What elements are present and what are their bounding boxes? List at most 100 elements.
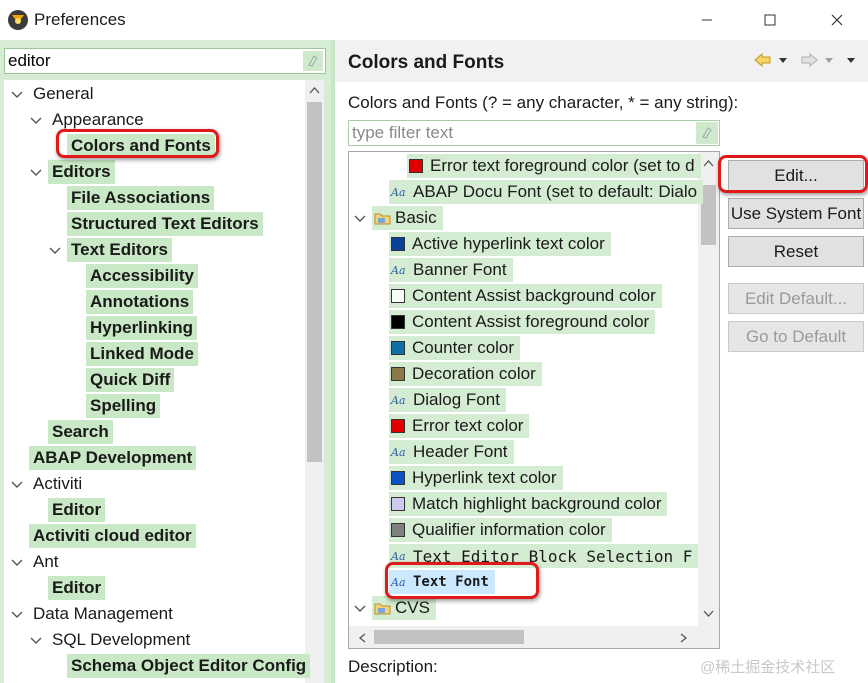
tree-item[interactable]: Quick Diff bbox=[67, 367, 175, 393]
tree-item[interactable]: Structured Text Editors bbox=[48, 211, 263, 237]
item-label: Counter color bbox=[412, 338, 515, 357]
use-system-font-button[interactable]: Use System Font bbox=[728, 198, 864, 229]
color-font-item[interactable]: Content Assist foreground color bbox=[389, 309, 656, 335]
color-font-item[interactable]: Error text foreground color (set to d bbox=[407, 153, 701, 179]
tree-item[interactable]: Colors and Fonts bbox=[48, 133, 215, 159]
scroll-down-icon[interactable] bbox=[702, 609, 715, 619]
back-menu-chevron-icon[interactable] bbox=[777, 52, 789, 68]
item-label: Active hyperlink text color bbox=[412, 234, 605, 253]
color-font-item[interactable]: Qualifier information color bbox=[389, 517, 612, 543]
tree-item[interactable]: Data Management bbox=[10, 601, 177, 627]
tree-spacer bbox=[10, 529, 24, 543]
color-font-item[interactable]: Basic bbox=[353, 205, 443, 231]
color-font-item[interactable]: Counter color bbox=[389, 335, 521, 361]
page-title: Colors and Fonts bbox=[348, 52, 505, 73]
go-to-default-button[interactable]: Go to Default bbox=[728, 321, 864, 352]
scroll-left-icon[interactable] bbox=[357, 632, 367, 644]
chevron-down-icon[interactable] bbox=[29, 633, 43, 647]
tree-item[interactable]: Search bbox=[29, 419, 113, 445]
tree-spacer bbox=[48, 217, 62, 231]
forward-arrow-icon[interactable] bbox=[799, 52, 819, 68]
clear-filter-button[interactable] bbox=[696, 122, 718, 144]
tree-item[interactable]: Editors bbox=[29, 159, 115, 185]
tree-spacer bbox=[67, 373, 81, 387]
color-font-item[interactable]: Decoration color bbox=[389, 361, 542, 387]
reset-button[interactable]: Reset bbox=[728, 236, 864, 267]
chevron-down-icon[interactable] bbox=[353, 211, 367, 225]
chevron-down-icon[interactable] bbox=[10, 477, 24, 491]
tree-spacer bbox=[67, 399, 81, 413]
watermark: @稀土掘金技术社区 bbox=[700, 659, 836, 676]
tree-scrollbar[interactable] bbox=[305, 80, 324, 683]
color-font-item[interactable]: Match highlight background color bbox=[389, 491, 668, 517]
tree-item-label: General bbox=[33, 84, 94, 103]
colors-fonts-tree: Error text foreground color (set to d Aa A… bbox=[348, 151, 720, 649]
preference-search-input[interactable] bbox=[7, 50, 299, 72]
color-font-item[interactable]: CVS bbox=[353, 595, 436, 621]
chevron-down-icon[interactable] bbox=[10, 87, 24, 101]
tree-item[interactable]: Text Editors bbox=[48, 237, 172, 263]
tree-item[interactable]: Activiti bbox=[10, 471, 86, 497]
tree-item-label: Structured Text Editors bbox=[67, 212, 263, 236]
color-font-item[interactable]: Aa ABAP Docu Font (set to default: Dialo bbox=[389, 179, 704, 205]
preferences-nav-pane: General Appearance Colors and FontsEditors… bbox=[0, 40, 331, 683]
chevron-down-icon[interactable] bbox=[29, 165, 43, 179]
color-font-item[interactable]: Aa Text Font bbox=[389, 569, 495, 595]
close-button[interactable] bbox=[814, 0, 860, 40]
color-font-item[interactable]: Aa Header Font bbox=[389, 439, 514, 465]
scroll-thumb[interactable] bbox=[701, 185, 716, 245]
tree-item[interactable]: Annotations bbox=[67, 289, 194, 315]
tree-item[interactable]: Linked Mode bbox=[67, 341, 198, 367]
color-font-item[interactable]: Aa Text Editor Block Selection F bbox=[389, 543, 699, 569]
tree-item[interactable]: General bbox=[10, 81, 97, 107]
filter-text-input[interactable] bbox=[351, 122, 696, 144]
tree-item-label: Editors bbox=[48, 160, 115, 184]
color-swatch-icon bbox=[391, 497, 405, 511]
tree-item[interactable]: Activiti cloud editor bbox=[10, 523, 196, 549]
color-font-item[interactable]: Aa Banner Font bbox=[389, 257, 513, 283]
tree-item[interactable]: Hyperlinking bbox=[67, 315, 197, 341]
color-swatch-icon bbox=[391, 471, 405, 485]
chevron-down-icon[interactable] bbox=[10, 607, 24, 621]
tree-horizontal-scrollbar[interactable] bbox=[349, 626, 698, 648]
tree-item[interactable]: Ant bbox=[10, 549, 63, 575]
item-label: Error text color bbox=[412, 416, 524, 435]
tree-item[interactable]: Appearance bbox=[29, 107, 148, 133]
view-menu-icon[interactable] bbox=[845, 52, 857, 68]
tree-vertical-scrollbar[interactable] bbox=[698, 152, 719, 626]
minimize-button[interactable] bbox=[684, 0, 730, 40]
tree-item[interactable]: Editor bbox=[29, 497, 106, 523]
scroll-right-icon[interactable] bbox=[679, 632, 689, 644]
close-icon bbox=[831, 14, 843, 26]
color-font-item[interactable]: Aa Dialog Font bbox=[389, 387, 506, 413]
chevron-down-icon[interactable] bbox=[29, 113, 43, 127]
scroll-thumb[interactable] bbox=[374, 630, 524, 644]
edit-button[interactable]: Edit... bbox=[728, 160, 864, 191]
chevron-down-icon[interactable] bbox=[48, 243, 62, 257]
color-font-item[interactable]: Hyperlink text color bbox=[389, 465, 563, 491]
color-font-item[interactable]: Content Assist background color bbox=[389, 283, 662, 309]
tree-item[interactable]: Schema Object Editor Config bbox=[48, 653, 311, 679]
edit-default-button[interactable]: Edit Default... bbox=[728, 283, 864, 314]
tree-item[interactable]: SQL Development bbox=[29, 627, 194, 653]
tree-item[interactable]: Accessibility bbox=[67, 263, 198, 289]
chevron-down-icon[interactable] bbox=[353, 601, 367, 615]
scroll-up-icon[interactable] bbox=[702, 158, 715, 168]
clear-search-button[interactable] bbox=[303, 51, 323, 71]
back-arrow-icon[interactable] bbox=[753, 52, 773, 68]
scroll-up-icon[interactable] bbox=[308, 85, 321, 95]
scroll-thumb[interactable] bbox=[307, 102, 322, 462]
color-font-item[interactable]: Error text color bbox=[389, 413, 530, 439]
color-swatch-icon bbox=[391, 289, 405, 303]
maximize-button[interactable] bbox=[747, 0, 793, 40]
color-font-item[interactable]: Active hyperlink text color bbox=[389, 231, 611, 257]
tree-spacer bbox=[67, 347, 81, 361]
tree-item[interactable]: File Associations bbox=[48, 185, 215, 211]
tree-item[interactable]: Spelling bbox=[67, 393, 161, 419]
tree-item[interactable]: Editor bbox=[29, 575, 106, 601]
forward-menu-chevron-icon[interactable] bbox=[823, 52, 835, 68]
chevron-down-icon[interactable] bbox=[10, 555, 24, 569]
tree-spacer bbox=[48, 659, 62, 673]
eraser-icon bbox=[702, 127, 712, 139]
tree-item[interactable]: ABAP Development bbox=[10, 445, 197, 471]
